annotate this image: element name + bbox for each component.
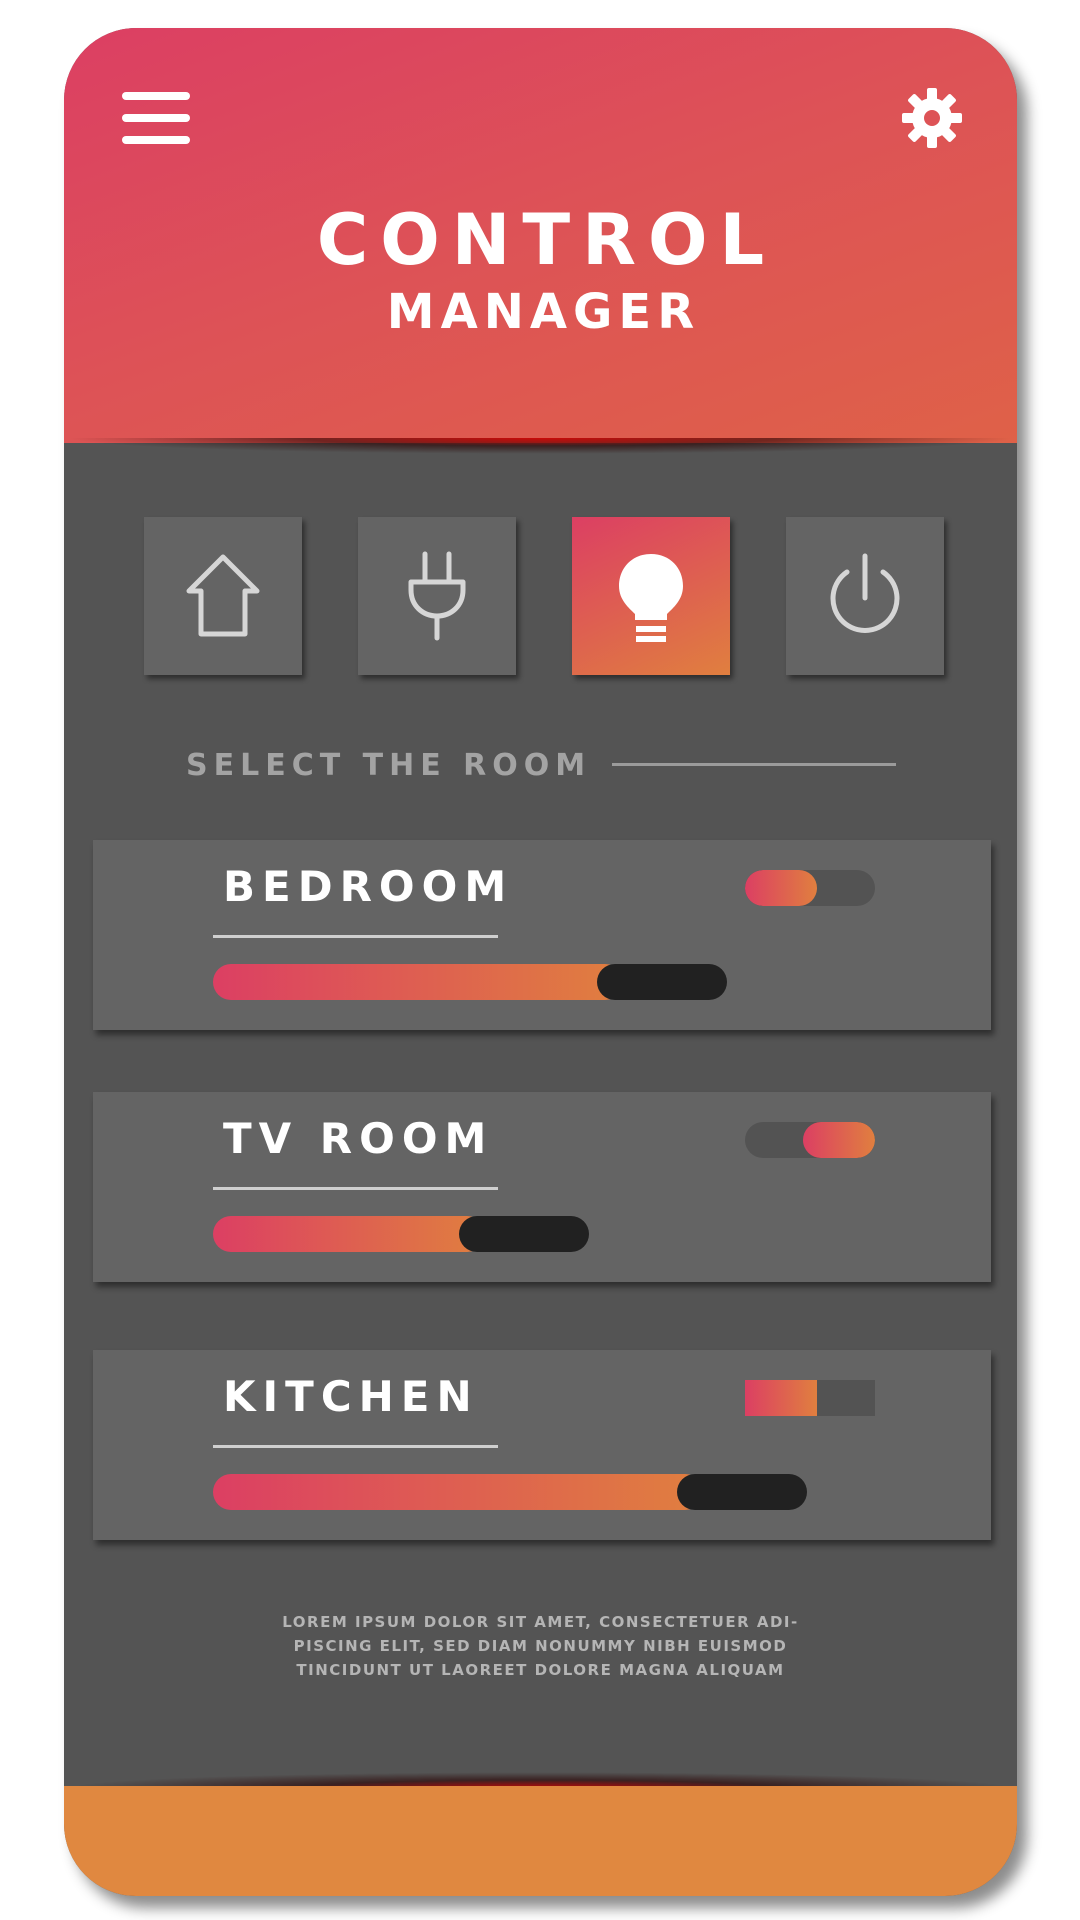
mode-button-outlet[interactable] xyxy=(358,517,516,675)
slider-fill xyxy=(213,1474,703,1510)
header-divider xyxy=(64,438,1017,454)
room-name: BEDROOM xyxy=(223,862,514,911)
bedroom-toggle[interactable] xyxy=(745,870,875,906)
footer-line: PISCING ELIT, SED DIAM NONUMMY NIBH EUIS… xyxy=(293,1637,788,1655)
kitchen-toggle[interactable] xyxy=(745,1380,875,1416)
header: CONTROL MANAGER xyxy=(64,28,1017,443)
app-subtitle: MANAGER xyxy=(386,284,701,340)
footer-line: TINCIDUNT UT LAOREET DOLORE MAGNA ALIQUA… xyxy=(296,1661,785,1679)
lightbulb-icon xyxy=(619,554,683,642)
room-card-bedroom: BEDROOM xyxy=(93,840,991,1030)
power-icon xyxy=(830,553,900,633)
tv-room-toggle[interactable] xyxy=(745,1122,875,1158)
mode-button-home[interactable] xyxy=(144,517,302,675)
mode-button-power[interactable] xyxy=(786,517,944,675)
slider-handle[interactable] xyxy=(459,1216,589,1252)
section-label: SELECT THE ROOM xyxy=(186,748,592,783)
slider-handle[interactable] xyxy=(677,1474,807,1510)
toggle-knob xyxy=(745,870,817,906)
room-name-underline xyxy=(213,1187,498,1190)
slider-fill xyxy=(213,964,623,1000)
room-card-tv-room: TV ROOM xyxy=(93,1092,991,1282)
toggle-knob xyxy=(803,1122,875,1158)
room-name: TV ROOM xyxy=(223,1114,494,1163)
house-icon xyxy=(186,554,260,637)
hamburger-menu-icon[interactable] xyxy=(122,92,190,144)
toggle-knob xyxy=(745,1380,817,1416)
footer-line: LOREM IPSUM DOLOR SIT AMET, CONSECTETUER… xyxy=(282,1613,799,1631)
plug-icon xyxy=(408,551,466,641)
room-name-underline xyxy=(213,935,498,938)
footer-description: LOREM IPSUM DOLOR SIT AMET, CONSECTETUER… xyxy=(64,1610,1017,1682)
room-card-kitchen: KITCHEN xyxy=(93,1350,991,1540)
app-title: CONTROL xyxy=(316,199,777,281)
bottom-bar xyxy=(64,1786,1017,1896)
tv-room-level-slider[interactable] xyxy=(213,1216,589,1252)
room-name-underline xyxy=(213,1445,498,1448)
section-divider xyxy=(612,763,896,766)
slider-fill xyxy=(213,1216,485,1252)
phone-frame: CONTROL MANAGER SELECT THE ROOM BEDROOM … xyxy=(64,28,1017,1896)
mode-button-lighting[interactable] xyxy=(572,517,730,675)
gear-icon[interactable] xyxy=(900,86,964,150)
bedroom-level-slider[interactable] xyxy=(213,964,727,1000)
kitchen-level-slider[interactable] xyxy=(213,1474,807,1510)
slider-handle[interactable] xyxy=(597,964,727,1000)
room-name: KITCHEN xyxy=(223,1372,479,1421)
